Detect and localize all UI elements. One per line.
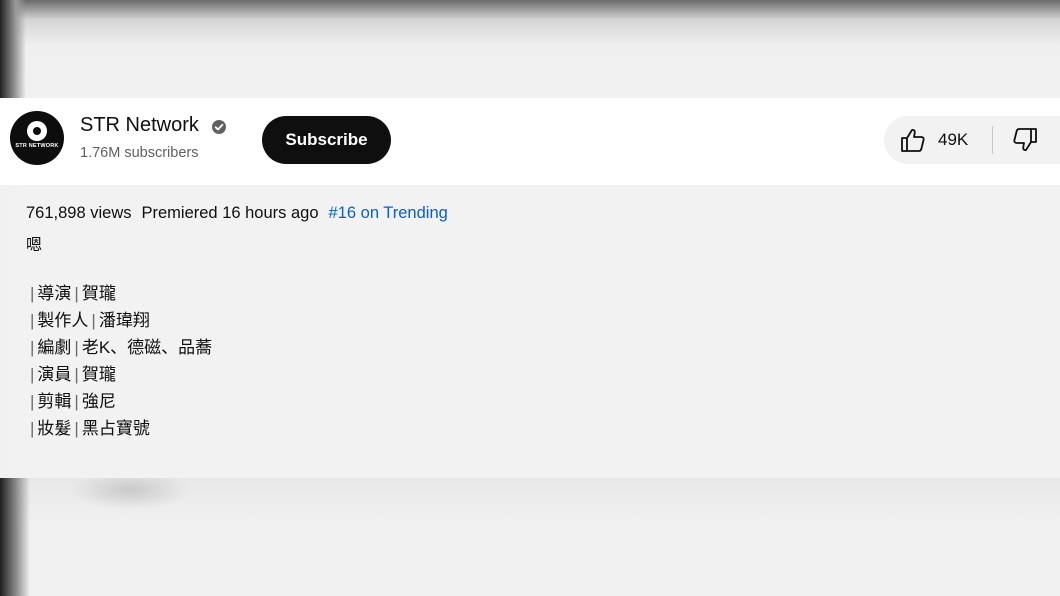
credit-writer: | 編劇 | 老K、德磁、品蕎 xyxy=(30,338,213,357)
credit-role: 妝髮 xyxy=(37,419,72,438)
credit-role: 導演 xyxy=(37,284,72,303)
channel-logo-icon xyxy=(27,121,47,141)
channel-header: STR NETWORK STR Network 1.76M subscriber… xyxy=(0,98,1060,185)
pill-divider xyxy=(992,126,993,154)
credits-list: | 導演 | 賀瓏 | 製作人 | 潘瑋翔 | 編劇 | 老K、德磁、品蕎 | 演員 | 賀瓏 | 剪輯 |… xyxy=(30,283,212,445)
credit-director: | 導演 | 賀瓏 xyxy=(30,284,116,303)
channel-avatar[interactable]: STR NETWORK xyxy=(10,111,64,165)
trending-link[interactable]: #16 on Trending xyxy=(329,204,448,222)
like-button[interactable]: 49K xyxy=(884,116,992,164)
credit-name: 強尼 xyxy=(81,392,116,411)
credit-producer: | 製作人 | 潘瑋翔 xyxy=(30,311,150,330)
credit-role: 剪輯 xyxy=(37,392,72,411)
credit-name: 賀瓏 xyxy=(81,284,116,303)
credit-role: 演員 xyxy=(37,365,72,384)
avatar-text: STR NETWORK xyxy=(15,143,59,149)
credit-name: 老K、德磁、品蕎 xyxy=(81,338,213,357)
like-count: 49K xyxy=(938,130,969,149)
credit-makeup: | 妝髮 | 黑占寶號 xyxy=(30,419,150,438)
description-box[interactable]: 761,898 views Premiered 16 hours ago #16 o… xyxy=(10,185,1060,478)
credit-role: 製作人 xyxy=(37,311,89,330)
description-first-line: 嗯 xyxy=(26,237,43,254)
credit-name: 黑占寶號 xyxy=(81,419,150,438)
video-meta: 761,898 views Premiered 16 hours ago #16 o… xyxy=(26,204,448,223)
credit-role: 編劇 xyxy=(37,338,72,357)
subscriber-count: 1.76M subscribers xyxy=(80,145,199,161)
verified-icon xyxy=(212,120,226,134)
thumbs-up-icon xyxy=(901,128,925,152)
thumbs-down-icon xyxy=(1013,128,1037,152)
credit-name: 潘瑋翔 xyxy=(98,311,150,330)
subscribe-button[interactable]: Subscribe xyxy=(262,116,391,164)
credit-name: 賀瓏 xyxy=(81,365,116,384)
blurred-edge-left-top xyxy=(0,0,26,98)
view-count: 761,898 views xyxy=(26,204,132,222)
dislike-button[interactable] xyxy=(994,116,1060,164)
like-dislike-pill: 49K xyxy=(884,116,1060,164)
credit-editor: | 剪輯 | 強尼 xyxy=(30,392,116,411)
premiered-time: Premiered 16 hours ago xyxy=(141,204,319,222)
blurred-background-top xyxy=(0,0,1060,98)
blurred-edge-left-bottom xyxy=(0,478,30,596)
credit-actor: | 演員 | 賀瓏 xyxy=(30,365,116,384)
channel-name[interactable]: STR Network xyxy=(80,114,199,137)
